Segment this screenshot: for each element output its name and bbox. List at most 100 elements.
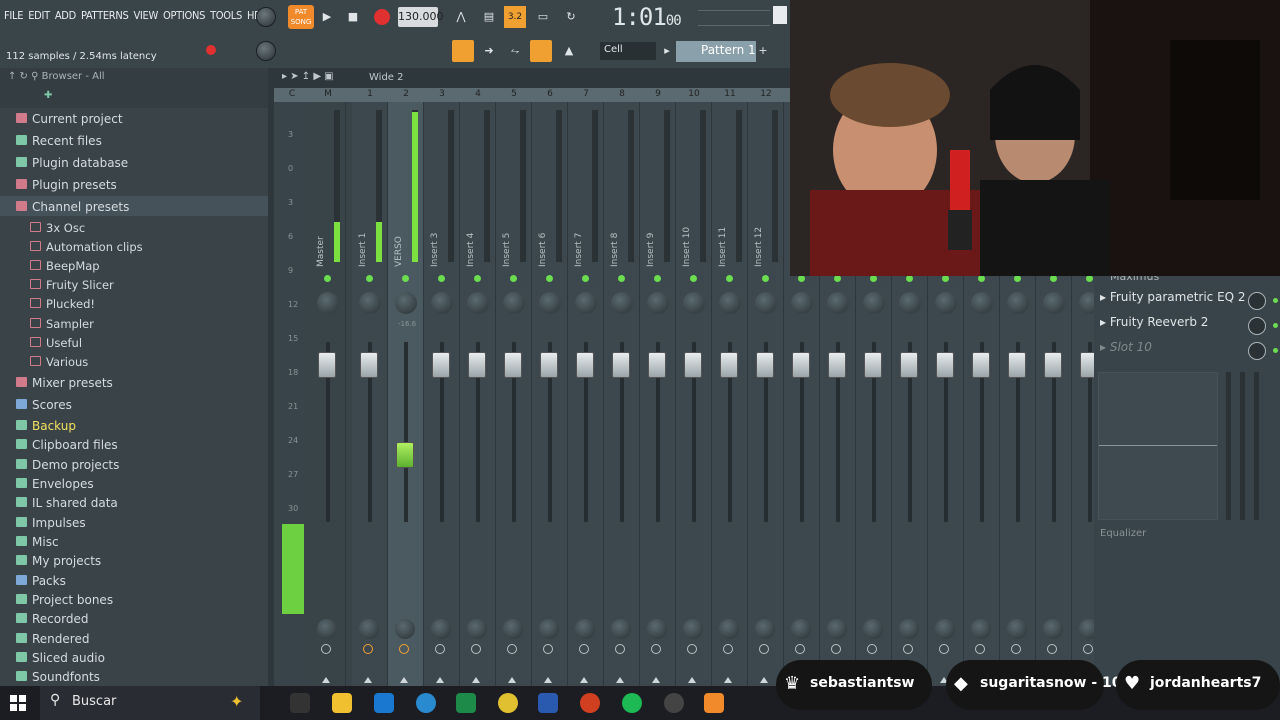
browser-item-plugin-presets[interactable]: Plugin presets — [16, 178, 117, 192]
pan-knob[interactable] — [791, 292, 813, 314]
browser-item[interactable]: Rendered — [16, 632, 89, 646]
ruler-label[interactable]: 5 — [504, 89, 524, 99]
pan-knob[interactable] — [467, 292, 489, 314]
route-switch[interactable] — [867, 644, 877, 654]
browser-item[interactable]: Scores — [16, 398, 72, 412]
pattern-selector[interactable]: Pattern 1 — [676, 41, 756, 62]
volume-fader[interactable] — [864, 352, 882, 378]
pan-knob[interactable] — [755, 292, 777, 314]
strip-enable-led[interactable] — [690, 275, 697, 282]
volume-fader[interactable] — [396, 442, 414, 468]
browser-subitem[interactable]: Fruity Slicer — [30, 278, 114, 292]
windows-start-icon[interactable] — [10, 695, 26, 711]
strip-enable-led[interactable] — [1086, 275, 1093, 282]
word-icon[interactable] — [538, 693, 558, 713]
file-explorer-icon[interactable] — [332, 693, 352, 713]
chrome-icon[interactable] — [498, 693, 518, 713]
route-arrow-icon[interactable] — [472, 677, 480, 683]
strip-enable-led[interactable] — [324, 275, 331, 282]
ruler-label[interactable]: 4 — [468, 89, 488, 99]
pan-knob[interactable] — [359, 292, 381, 314]
pan-knob[interactable] — [1007, 292, 1029, 314]
route-arrow-icon[interactable] — [760, 677, 768, 683]
master-strip[interactable]: Master — [310, 102, 346, 686]
volume-fader[interactable] — [792, 352, 810, 378]
pattern-arrow-icon[interactable]: ▸ — [656, 40, 678, 62]
stereo-knob[interactable] — [899, 619, 919, 639]
mixer-strip[interactable]: Insert 9 — [640, 102, 676, 686]
stereo-knob[interactable] — [719, 619, 739, 639]
route-switch[interactable] — [399, 644, 409, 654]
browser-item[interactable]: My projects — [16, 554, 101, 568]
stereo-knob[interactable] — [611, 619, 631, 639]
route-arrow-icon[interactable] — [322, 677, 330, 683]
ruler-label[interactable]: 6 — [540, 89, 560, 99]
menu-patterns[interactable]: PATTERNS — [81, 9, 129, 22]
browser-subitem[interactable]: Useful — [30, 336, 82, 350]
pan-knob[interactable] — [863, 292, 885, 314]
panel-button[interactable] — [773, 6, 787, 24]
strip-enable-led[interactable] — [546, 275, 553, 282]
pan-knob[interactable] — [611, 292, 633, 314]
spotify-icon[interactable] — [622, 693, 642, 713]
route-switch[interactable] — [507, 644, 517, 654]
ruler-label[interactable]: 12 — [756, 89, 776, 99]
strip-name[interactable]: Insert 5 — [502, 227, 520, 267]
stereo-knob[interactable] — [467, 619, 487, 639]
strip-name[interactable]: Master — [316, 227, 334, 267]
stereo-knob[interactable] — [971, 619, 991, 639]
route-arrow-icon[interactable] — [364, 677, 372, 683]
play-icon[interactable]: ▶ — [316, 6, 338, 28]
browser-item[interactable]: IL shared data — [16, 496, 118, 510]
browser-item[interactable]: Backup — [16, 419, 76, 433]
taskbar-search[interactable]: ⚲ Buscar ✦ — [40, 686, 260, 720]
alert-icon[interactable] — [206, 45, 216, 55]
browser-item[interactable]: Impulses — [16, 516, 86, 530]
link-icon[interactable] — [530, 40, 552, 62]
pan-knob[interactable] — [935, 292, 957, 314]
volume-fader[interactable] — [576, 352, 594, 378]
volume-fader[interactable] — [432, 352, 450, 378]
stereo-knob[interactable] — [1043, 619, 1063, 639]
task-view-icon[interactable] — [290, 693, 310, 713]
strip-enable-led[interactable] — [582, 275, 589, 282]
stereo-knob[interactable] — [575, 619, 595, 639]
metronome-icon[interactable]: ⋀ — [450, 6, 472, 28]
ruler-label[interactable]: 2 — [396, 89, 416, 99]
browser-item-plugin-database[interactable]: Plugin database — [16, 156, 128, 170]
strip-enable-led[interactable] — [942, 275, 949, 282]
browser-subitem[interactable]: Plucked! — [30, 297, 95, 311]
mixer-strip[interactable]: VERSO — [388, 102, 424, 686]
browser-subitem[interactable]: 3x Osc — [30, 221, 85, 235]
menu-options[interactable]: OPTIONS — [163, 9, 205, 22]
pat-song-toggle[interactable]: PAT SONG — [288, 5, 314, 29]
menu-tools[interactable]: TOOLS — [210, 9, 242, 22]
edge-icon[interactable] — [416, 693, 436, 713]
browser-item[interactable]: Packs — [16, 574, 66, 588]
mixer-strip[interactable]: Insert 10 — [676, 102, 712, 686]
stereo-knob[interactable] — [791, 619, 811, 639]
volume-fader[interactable] — [720, 352, 738, 378]
menu-file[interactable]: FILE — [4, 9, 23, 22]
volume-fader[interactable] — [468, 352, 486, 378]
strip-name[interactable]: Insert 10 — [682, 227, 700, 267]
ruler-label[interactable]: 10 — [684, 89, 704, 99]
master-pitch-knob[interactable] — [256, 41, 276, 61]
strip-name[interactable]: Insert 6 — [538, 227, 556, 267]
fx-slot-parametric-eq[interactable]: ▸ Fruity parametric EQ 2 — [1100, 290, 1278, 312]
volume-fader[interactable] — [684, 352, 702, 378]
powerpoint-icon[interactable] — [580, 693, 600, 713]
piano-roll-icon[interactable] — [452, 40, 474, 62]
route-switch[interactable] — [471, 644, 481, 654]
browser-item[interactable]: Envelopes — [16, 477, 94, 491]
browser-subitem[interactable]: BeepMap — [30, 259, 100, 273]
route-switch[interactable] — [687, 644, 697, 654]
stereo-knob[interactable] — [683, 619, 703, 639]
master-volume-knob[interactable] — [256, 7, 276, 27]
route-switch[interactable] — [723, 644, 733, 654]
strip-enable-led[interactable] — [1014, 275, 1021, 282]
arrow-icon[interactable]: ➜ — [478, 40, 500, 62]
collapse-icon[interactable]: ✚ — [44, 90, 52, 101]
pan-knob[interactable] — [1043, 292, 1065, 314]
stamp-icon[interactable]: ▲ — [558, 40, 580, 62]
